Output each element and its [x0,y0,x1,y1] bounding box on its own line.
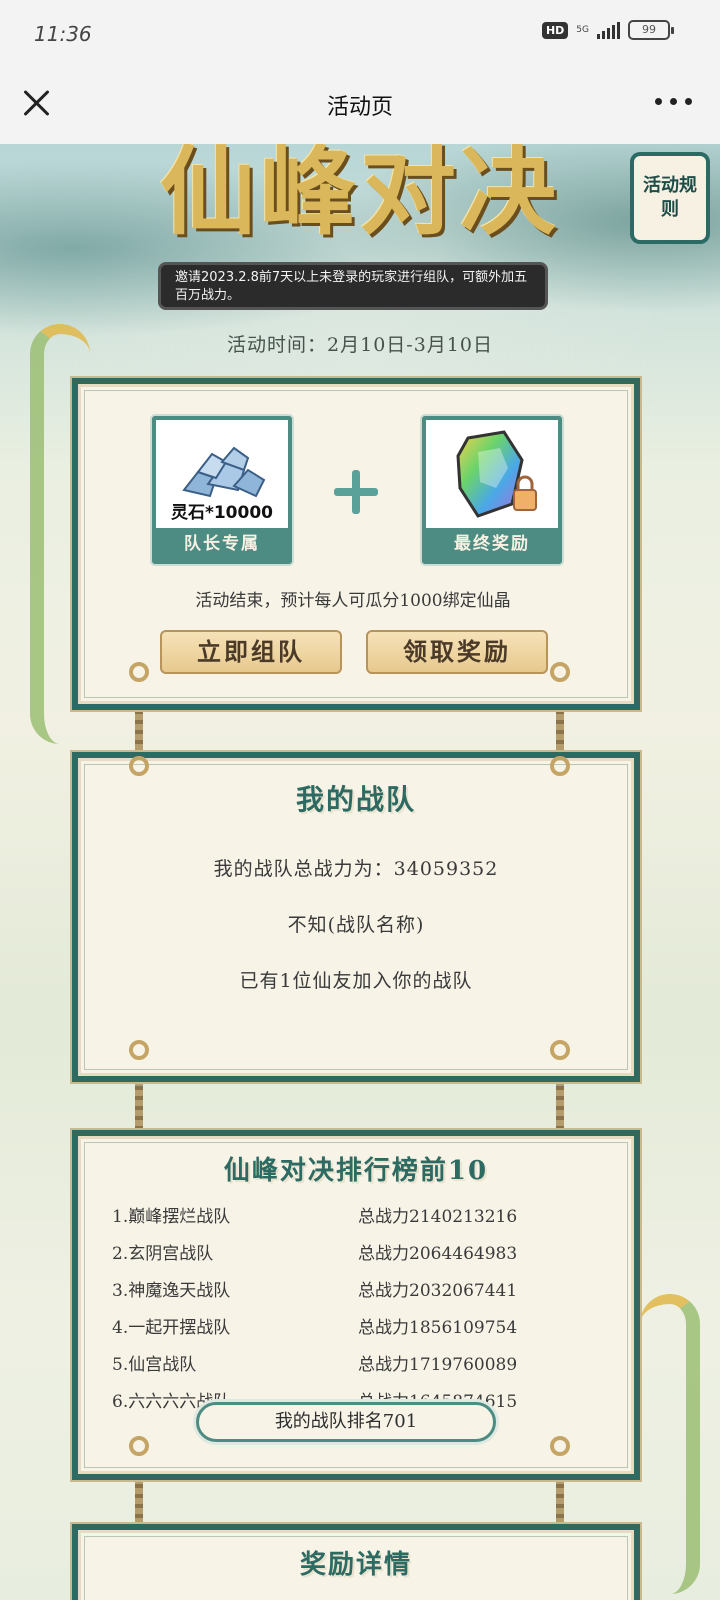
my-team-panel: 我的战队 我的战队总战力为：34059352 不知(战队名称) 已有1位仙友加入… [72,752,640,1082]
status-indicators: HD 5G 99 [541,20,674,40]
captain-label: 队长专属 [156,528,288,560]
battery-icon: 99 [628,20,674,40]
event-title: 仙峰对决 [160,144,560,248]
team-rank-power: 总战力2064464983 [358,1244,518,1264]
rewards-panel: 灵石*10000 队长专属 最终奖励 活动结束，预计每人可瓜分1000绑定仙晶 … [72,378,640,710]
final-reward-card: 最终奖励 [422,416,562,564]
claim-reward-button[interactable]: 领取奖励 [366,630,548,674]
rope-ring [550,1436,570,1456]
final-label: 最终奖励 [426,528,558,560]
leaderboard-row: 5.仙宫战队 总战力1719760089 [112,1344,602,1378]
rope-ring [129,1040,149,1060]
rope-ring [550,756,570,776]
event-page[interactable]: 仙峰对决 活动规则 邀请2023.2.8前7天以上未登录的玩家进行组队，可额外加… [0,144,720,1600]
network-label: 5G [576,24,589,35]
leaderboard-row: 1.巅峰摆烂战队 总战力2140213216 [112,1196,602,1230]
reward-details-heading: 奖励详情 [299,1550,412,1580]
team-rank-power: 总战力2140213216 [358,1207,518,1227]
captain-reward-card: 灵石*10000 队长专属 [152,416,292,564]
rainbow-crystal-icon [456,430,537,518]
event-time: 活动时间：2月10日-3月10日 [227,334,493,356]
page-title: 活动页 [326,95,393,120]
rope-ring [129,1436,149,1456]
team-rank-name: 4.一起开摆战队 [112,1318,231,1338]
team-name: 不知(战队名称) [287,914,425,936]
team-rank-power: 总战力2032067441 [358,1281,518,1301]
reward-details-panel: 奖励详情 [72,1524,640,1600]
close-icon[interactable] [22,88,50,116]
team-rank-name: 1.巅峰摆烂战队 [112,1207,231,1227]
my-team-rank: 我的战队排名701 [196,1402,496,1442]
leaderboard-row: 4.一起开摆战队 总战力1856109754 [112,1307,602,1341]
rope-ring [550,1040,570,1060]
split-reward-text: 活动结束，预计每人可瓜分1000绑定仙晶 [195,591,511,611]
rules-button[interactable]: 活动规则 [630,152,710,244]
team-total-power: 我的战队总战力为：34059352 [213,858,499,880]
captain-item-caption: 灵石*10000 [170,503,274,523]
status-bar: 11:36 HD 5G 99 [0,0,720,66]
status-time: 11:36 [34,22,92,46]
team-rank-name: 3.神魔逸天战队 [112,1281,231,1301]
leaderboard-heading: 仙峰对决排行榜前10 [223,1156,489,1186]
nav-bar: 活动页 [0,66,720,144]
team-members-text: 已有1位仙友加入你的战队 [239,970,473,992]
my-team-heading: 我的战队 [295,783,416,816]
rope-ring [550,662,570,682]
dragon-decoration-right [640,1294,700,1594]
leaderboard-row: 3.神魔逸天战队 总战力2032067441 [112,1270,602,1304]
leaderboard-row: 2.玄阴宫战队 总战力2064464983 [112,1233,602,1267]
form-team-button[interactable]: 立即组队 [160,630,342,674]
hd-badge: HD [541,21,569,39]
team-rank-name: 5.仙宫战队 [112,1355,197,1375]
invite-banner: 邀请2023.2.8前7天以上未登录的玩家进行组队，可额外加五百万战力。 [158,262,548,310]
rope-ring [129,756,149,776]
team-rank-power: 总战力1856109754 [358,1318,518,1338]
leaderboard-panel: 仙峰对决排行榜前10 1.巅峰摆烂战队 总战力2140213216 2.玄阴宫战… [72,1130,640,1480]
plus-icon [334,470,378,514]
team-rank-name: 2.玄阴宫战队 [112,1244,214,1264]
team-rank-power: 总战力1719760089 [358,1355,518,1375]
rope-ring [129,662,149,682]
more-icon[interactable] [655,98,692,105]
signal-icon [597,21,620,39]
